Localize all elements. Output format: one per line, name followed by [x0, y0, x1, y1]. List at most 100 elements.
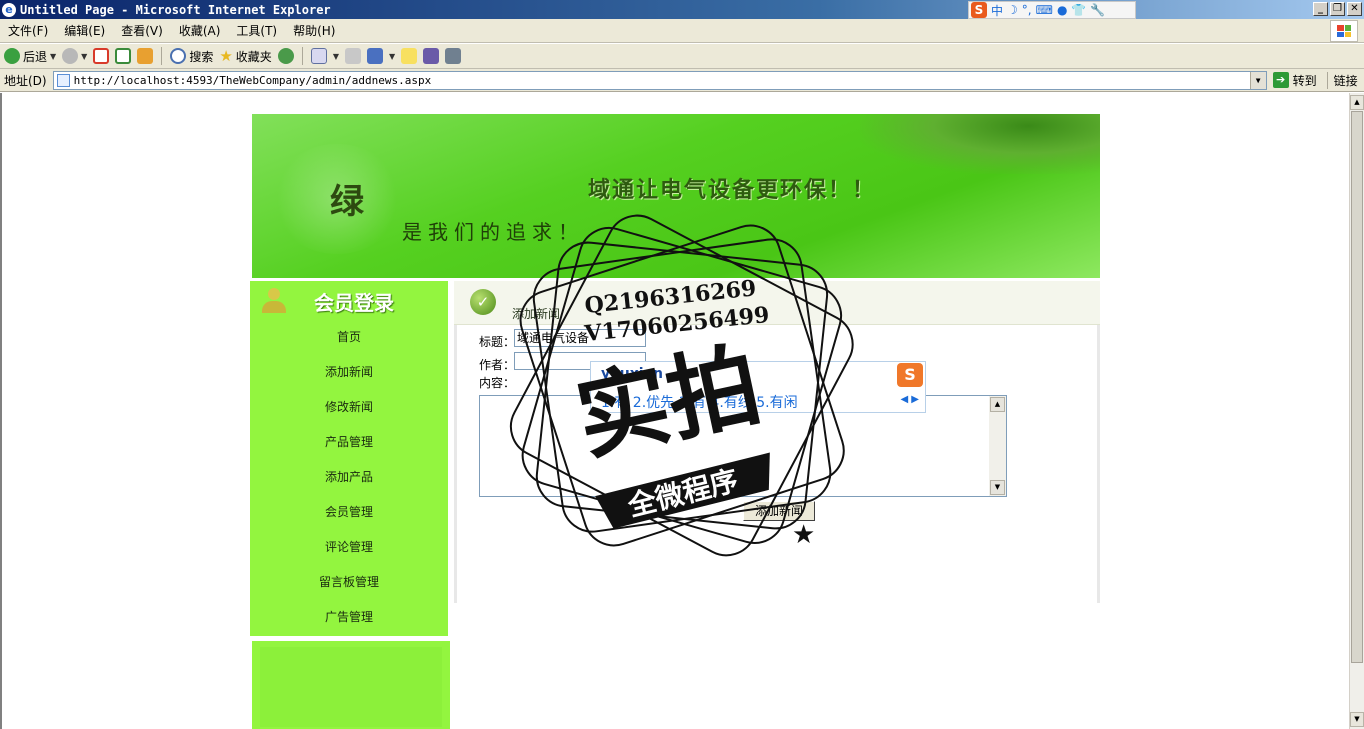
go-label: 转到 — [1292, 73, 1317, 88]
ime-candidates[interactable]: 1.有 2.优先 3.有 4.有线 5.有闲 — [601, 392, 798, 412]
toolbar-separator — [161, 47, 163, 65]
home-icon[interactable] — [137, 48, 154, 64]
add-news-button[interactable]: 添加新闻 — [743, 501, 815, 521]
keyboard-icon[interactable]: ⌨ — [1036, 3, 1053, 17]
sidebar-bottom-panel — [252, 641, 450, 729]
content-row: 内容： — [479, 374, 515, 391]
menu-bar: 文件(F) 编辑(E) 查看(V) 收藏(A) 工具(T) 帮助(H) — [0, 19, 1364, 43]
restore-button[interactable]: ❐ — [1330, 2, 1345, 16]
menu-help[interactable]: 帮助(H) — [293, 22, 335, 39]
member-icon — [262, 288, 286, 314]
sidebar-nav: 首页 添加新闻 修改新闻 产品管理 添加产品 会员管理 评论管理 留言板管理 广… — [250, 327, 448, 642]
sidebar-item-comments[interactable]: 评论管理 — [250, 537, 448, 572]
search-label: 搜索 — [189, 49, 214, 64]
research-icon[interactable] — [445, 48, 462, 64]
ime-mode-indicator[interactable]: 中 — [991, 2, 1003, 19]
site-banner: 绿 域通让电气设备更环保！！ 是我们的追求！ — [252, 114, 1100, 278]
favorites-label: 收藏夹 — [235, 49, 272, 64]
print-icon[interactable] — [344, 48, 361, 64]
ime-candidate-window[interactable]: youxian S 1.有 2.优先 3.有 4.有线 5.有闲 ◀ ▶ — [590, 361, 926, 413]
content-label: 内容： — [479, 376, 516, 390]
skin-icon[interactable]: 👕 — [1071, 3, 1086, 17]
back-dropdown-icon[interactable]: ▼ — [50, 52, 56, 61]
sidebar-item-guestbook[interactable]: 留言板管理 — [250, 572, 448, 607]
back-arrow-icon — [4, 48, 20, 64]
menu-favorites[interactable]: 收藏(A) — [179, 22, 221, 39]
search-icon — [170, 48, 187, 64]
mail-dropdown-icon[interactable]: ▼ — [333, 52, 339, 61]
content-heading: 添加新闻 — [512, 307, 561, 321]
search-button[interactable]: 搜索 — [170, 48, 213, 65]
sidebar-item-products[interactable]: 产品管理 — [250, 432, 448, 467]
forward-dropdown-icon[interactable]: ▼ — [81, 52, 87, 61]
sidebar-title: 会员登录 — [314, 290, 394, 315]
forward-arrow-icon — [62, 48, 79, 64]
menu-view[interactable]: 查看(V) — [121, 22, 163, 39]
sidebar-header: 会员登录 — [250, 281, 448, 321]
menu-tools[interactable]: 工具(T) — [236, 22, 277, 39]
window-titlebar: e Untitled Page - Microsoft Internet Exp… — [0, 0, 1364, 19]
scrollbar-thumb[interactable] — [1351, 111, 1363, 663]
window-controls: _ ❐ ✕ — [1313, 2, 1362, 16]
toolbar-separator — [301, 47, 303, 65]
minimize-button[interactable]: _ — [1313, 2, 1328, 16]
scroll-down-icon[interactable]: ▼ — [990, 480, 1005, 495]
banner-slogan-main: 域通让电气设备更环保！！ — [588, 177, 877, 203]
sidebar-item-members[interactable]: 会员管理 — [250, 502, 448, 537]
sidebar-item-home[interactable]: 首页 — [250, 327, 448, 362]
moon-icon[interactable]: ☽ — [1007, 3, 1018, 17]
scroll-up-icon[interactable]: ▲ — [990, 397, 1005, 412]
links-button[interactable]: 链接 — [1326, 71, 1358, 89]
edit-dropdown-icon[interactable]: ▼ — [389, 52, 395, 61]
edit-icon[interactable] — [366, 48, 383, 64]
ime-page-arrows-icon[interactable]: ◀ ▶ — [900, 394, 919, 405]
sidebar-bottom-inner — [260, 647, 442, 727]
address-dropdown-icon[interactable]: ▼ — [1249, 71, 1266, 89]
forward-button[interactable]: ▼ — [62, 48, 87, 64]
sidebar-item-add-product[interactable]: 添加产品 — [250, 467, 448, 502]
notes-icon[interactable] — [401, 48, 418, 64]
stop-icon[interactable] — [93, 48, 110, 64]
sidebar-item-edit-news[interactable]: 修改新闻 — [250, 397, 448, 432]
back-button[interactable]: 后退 ▼ — [4, 48, 56, 65]
page-icon — [56, 73, 70, 87]
address-bar: 地址(D) http://localhost:4593/TheWebCompan… — [0, 69, 1364, 92]
page-scrollbar[interactable]: ▲ ▼ — [1349, 93, 1364, 729]
banner-logo: 绿 — [330, 182, 364, 222]
refresh-icon[interactable] — [115, 48, 132, 64]
go-button[interactable]: ➔ 转到 — [1272, 72, 1317, 89]
windows-logo-icon — [1330, 20, 1358, 42]
sogou-logo-icon: S — [897, 363, 923, 387]
sidebar-item-add-news[interactable]: 添加新闻 — [250, 362, 448, 397]
title-input[interactable]: 域通电气设备 — [514, 329, 646, 347]
menu-file[interactable]: 文件(F) — [8, 22, 48, 39]
banner-slogan-sub: 是我们的追求！ — [402, 220, 584, 244]
ime-toolbar[interactable]: S 中 ☽ °, ⌨ ● 👕 🔧 — [968, 1, 1136, 19]
close-button[interactable]: ✕ — [1347, 2, 1362, 16]
address-input[interactable]: http://localhost:4593/TheWebCompany/admi… — [52, 70, 1267, 90]
sogou-logo-icon[interactable]: S — [971, 2, 987, 18]
go-arrow-icon: ➔ — [1272, 72, 1289, 88]
history-icon[interactable] — [277, 48, 294, 64]
leaves-decoration — [860, 114, 1100, 174]
admin-sidebar: 会员登录 首页 添加新闻 修改新闻 产品管理 添加产品 会员管理 评论管理 留言… — [250, 281, 448, 636]
messenger-icon[interactable] — [423, 48, 440, 64]
mail-icon[interactable] — [310, 48, 327, 64]
title-label: 标题： — [479, 335, 516, 349]
window-title: Untitled Page - Microsoft Internet Explo… — [20, 2, 331, 17]
wrench-icon[interactable]: 🔧 — [1090, 3, 1105, 17]
favorites-button[interactable]: ★ 收藏夹 — [219, 47, 271, 65]
user-icon[interactable]: ● — [1057, 3, 1067, 17]
scroll-down-icon[interactable]: ▼ — [1350, 712, 1364, 727]
checkmark-icon: ✓ — [470, 289, 496, 315]
author-row: 作者： — [479, 356, 515, 373]
page-viewport: 绿 域通让电气设备更环保！！ 是我们的追求！ 会员登录 首页 添加新闻 修改新闻… — [0, 93, 1349, 729]
textarea-scrollbar[interactable]: ▲ ▼ — [989, 396, 1006, 496]
address-label: 地址(D) — [4, 73, 47, 88]
star-icon: ★ — [219, 47, 233, 65]
content-header: ✓ 添加新闻 — [454, 281, 1100, 325]
scroll-up-icon[interactable]: ▲ — [1350, 95, 1364, 110]
menu-edit[interactable]: 编辑(E) — [64, 22, 105, 39]
ime-pinyin: youxian — [601, 366, 663, 382]
punctuation-icon[interactable]: °, — [1022, 3, 1032, 17]
